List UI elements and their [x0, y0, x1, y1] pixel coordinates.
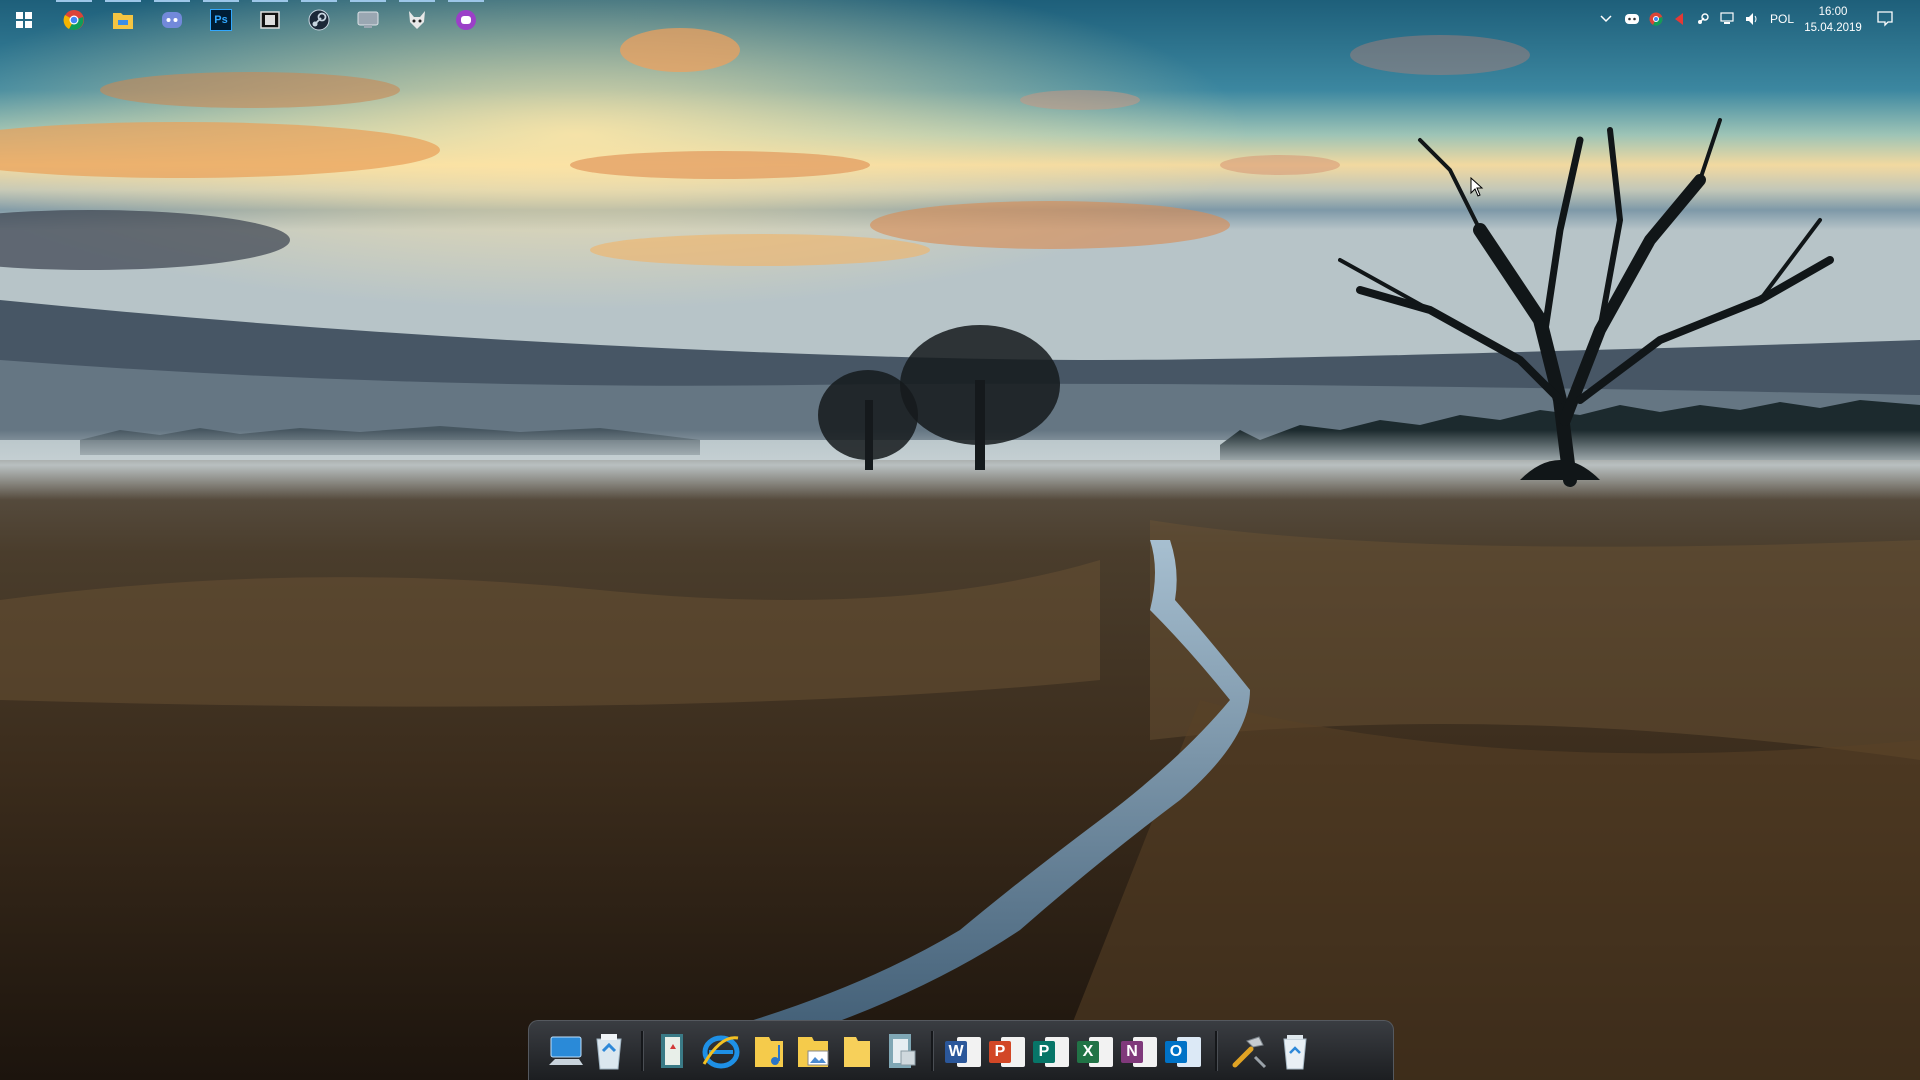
taskbar-monitor-app[interactable]: [344, 0, 392, 40]
dock-pictures-folder[interactable]: [791, 1029, 835, 1073]
steam-tray-icon[interactable]: [1696, 12, 1710, 29]
dock-separator: [641, 1031, 644, 1071]
dock-publisher[interactable]: P: [1029, 1029, 1073, 1073]
dock-outlook[interactable]: O: [1161, 1029, 1205, 1073]
photoshop-icon: Ps: [210, 9, 232, 31]
dock-separator: [931, 1031, 934, 1071]
taskbar-fox-app[interactable]: [393, 0, 441, 40]
clock-date: 15.04.2019: [1804, 22, 1862, 34]
desktop-wallpaper: [0, 0, 1920, 1080]
publisher-icon: P: [1033, 1033, 1069, 1069]
dock-powerpoint[interactable]: P: [985, 1029, 1029, 1073]
recycle-bin-icon: [1283, 1035, 1307, 1070]
taskbar-chrome[interactable]: [50, 0, 98, 40]
excel-icon: X: [1077, 1033, 1113, 1069]
dock-onenote[interactable]: N: [1117, 1029, 1161, 1073]
dock-book[interactable]: [651, 1029, 695, 1073]
dock-library[interactable]: [879, 1029, 923, 1073]
purple-app-icon: [456, 10, 476, 30]
volume-icon[interactable]: [1745, 12, 1761, 29]
clock[interactable]: 16:00 15.04.2019: [1798, 0, 1868, 40]
taskbar-steam[interactable]: [295, 0, 343, 40]
start-button[interactable]: [0, 0, 48, 40]
powerpoint-icon: P: [989, 1033, 1025, 1069]
dock-music-folder[interactable]: [747, 1029, 791, 1073]
internet-explorer-icon: [702, 1035, 740, 1069]
pictures-folder-icon: [798, 1037, 829, 1067]
tools-icon: [1232, 1036, 1267, 1069]
taskbar-purple-app[interactable]: [442, 0, 490, 40]
dock-documents-folder[interactable]: [835, 1029, 879, 1073]
dock-tools[interactable]: [1227, 1029, 1271, 1073]
dock-separator: [1215, 1031, 1218, 1071]
taskbar-discord[interactable]: [148, 0, 196, 40]
computer-icon: [549, 1036, 583, 1065]
discord-icon: [162, 12, 182, 28]
recycle-bin-full-icon: [596, 1034, 622, 1070]
red-tray-icon[interactable]: [1673, 12, 1685, 29]
word-icon: W: [945, 1033, 981, 1069]
discord-tray-icon[interactable]: [1625, 13, 1639, 28]
notification-icon: [1877, 11, 1893, 27]
dock-recycle-bin-full[interactable]: [587, 1029, 631, 1073]
network-icon[interactable]: [1720, 12, 1736, 29]
mouse-cursor: [1470, 177, 1484, 197]
clock-time: 16:00: [1818, 6, 1848, 18]
fox-app-icon: [409, 11, 425, 29]
dock-excel[interactable]: X: [1073, 1029, 1117, 1073]
action-center-button[interactable]: [1876, 10, 1896, 30]
chrome-tray-icon[interactable]: [1649, 12, 1663, 29]
library-icon: [889, 1034, 916, 1068]
file-explorer-icon: [113, 13, 133, 29]
outlook-icon: O: [1165, 1033, 1201, 1069]
music-folder-icon: [755, 1037, 783, 1067]
documents-folder-icon: [844, 1037, 870, 1067]
steam-icon: [308, 9, 330, 31]
dock: W P P X N O: [528, 1020, 1394, 1080]
system-tray: [1600, 0, 1780, 40]
media-app-icon: [260, 11, 280, 29]
onenote-icon: N: [1121, 1033, 1157, 1069]
taskbar-file-explorer[interactable]: [99, 0, 147, 40]
book-icon: [661, 1034, 683, 1068]
dock-recycle-bin[interactable]: [1273, 1029, 1317, 1073]
chrome-icon: [63, 10, 84, 31]
chevron-up-icon[interactable]: [1600, 12, 1614, 26]
language-indicator[interactable]: POL: [1770, 12, 1794, 26]
dock-computer[interactable]: [543, 1029, 587, 1073]
dock-word[interactable]: W: [941, 1029, 985, 1073]
dock-internet-explorer[interactable]: [699, 1029, 743, 1073]
taskbar: Ps POL 16:00 15.04.2019: [0, 0, 1920, 40]
taskbar-photoshop[interactable]: Ps: [197, 0, 245, 40]
monitor-app-icon: [357, 11, 379, 28]
windows-start-icon: [16, 12, 32, 28]
taskbar-media-app[interactable]: [246, 0, 294, 40]
